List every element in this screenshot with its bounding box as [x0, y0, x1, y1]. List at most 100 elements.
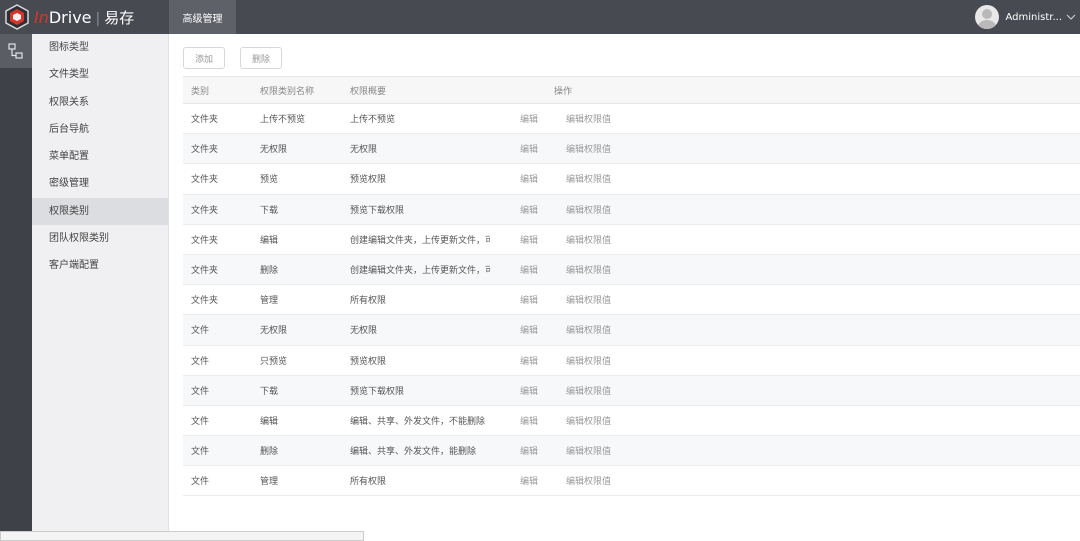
edit-value-link[interactable]: 编辑权限值 [566, 293, 611, 306]
delete-button[interactable]: 删除 [240, 47, 282, 69]
browser-status-bar [0, 531, 364, 541]
table-row: 文件夹 管理 所有权限 编辑 编辑权限值 [183, 285, 1080, 316]
cell-name: 编辑 [260, 235, 279, 246]
cell-category: 文件 [191, 477, 210, 488]
cell-category: 文件夹 [191, 115, 219, 126]
logo-text: InDrive | 易存 [34, 7, 134, 28]
top-bar: InDrive | 易存 高级管理 Administr... [0, 0, 1080, 34]
edit-value-link[interactable]: 编辑权限值 [566, 354, 611, 367]
edit-link[interactable]: 编辑 [520, 142, 538, 155]
icon-rail [0, 34, 32, 537]
table-row: 文件 下载 预览下载权限 编辑 编辑权限值 [183, 375, 1080, 406]
cell-name: 无权限 [260, 145, 288, 156]
edit-link[interactable]: 编辑 [520, 112, 538, 125]
logo-drive: Drive [48, 7, 92, 27]
edit-link[interactable]: 编辑 [520, 323, 538, 336]
edit-value-link[interactable]: 编辑权限值 [566, 203, 611, 216]
cell-summary: 预览下载权限 [350, 205, 405, 216]
edit-link[interactable]: 编辑 [520, 384, 538, 397]
logo-cn: 易存 [104, 8, 135, 27]
edit-value-link[interactable]: 编辑权限值 [566, 444, 611, 457]
edit-link[interactable]: 编辑 [520, 172, 538, 185]
tab-advanced-management[interactable]: 高级管理 [169, 0, 236, 34]
cell-summary: 无权限 [350, 145, 378, 156]
cell-category: 文件 [191, 416, 210, 427]
sidebar-item-permission-categories[interactable]: 权限类别 [32, 197, 168, 226]
table-row: 文件 管理 所有权限 编辑 编辑权限值 [183, 466, 1080, 497]
sidebar-item-file-types[interactable]: 文件类型 [32, 61, 168, 88]
cell-name: 无权限 [260, 326, 288, 337]
user-avatar-icon [975, 5, 1000, 29]
edit-link[interactable]: 编辑 [520, 444, 538, 457]
sidebar-item-client-config[interactable]: 客户端配置 [32, 252, 168, 279]
app-logo[interactable]: InDrive | 易存 [0, 0, 166, 34]
edit-value-link[interactable]: 编辑权限值 [566, 474, 611, 487]
cell-category: 文件夹 [191, 205, 219, 216]
edit-link[interactable]: 编辑 [520, 233, 538, 246]
edit-link[interactable]: 编辑 [520, 293, 538, 306]
cell-summary: 无权限 [350, 326, 378, 337]
rail-item-structure[interactable] [0, 34, 32, 68]
table-row: 文件夹 上传不预览 上传不预览 编辑 编辑权限值 [183, 104, 1080, 135]
cell-summary: 上传不预览 [350, 115, 396, 126]
cell-category: 文件夹 [191, 145, 219, 156]
table-row: 文件夹 无权限 无权限 编辑 编辑权限值 [183, 134, 1080, 165]
logo-in: In [34, 7, 49, 27]
edit-link[interactable]: 编辑 [520, 414, 538, 427]
header-summary[interactable]: 权限概要 [350, 84, 490, 97]
table-row: 文件 无权限 无权限 编辑 编辑权限值 [183, 315, 1080, 346]
cell-summary: 预览权限 [350, 175, 387, 186]
edit-link[interactable]: 编辑 [520, 474, 538, 487]
table-row: 文件夹 编辑 创建编辑文件夹，上传更新文件，可夕 编辑 编辑权限值 [183, 225, 1080, 255]
cell-summary: 所有权限 [350, 477, 387, 488]
cell-category: 文件夹 [191, 266, 219, 277]
cell-summary: 创建编辑文件夹，上传更新文件，可夕 [350, 266, 490, 277]
table-row: 文件夹 删除 创建编辑文件夹，上传更新文件，可夕 编辑 编辑权限值 [183, 254, 1080, 286]
edit-value-link[interactable]: 编辑权限值 [566, 263, 611, 276]
cell-name: 管理 [260, 296, 279, 307]
header-category[interactable]: 类别 [191, 84, 251, 97]
cell-name: 管理 [260, 477, 279, 488]
user-name: Administr... [1005, 11, 1062, 23]
sidebar-item-team-permission-categories[interactable]: 团队权限类别 [32, 225, 168, 252]
edit-link[interactable]: 编辑 [520, 263, 538, 276]
edit-value-link[interactable]: 编辑权限值 [566, 172, 611, 185]
edit-link[interactable]: 编辑 [520, 354, 538, 367]
edit-link[interactable]: 编辑 [520, 203, 538, 216]
table-row: 文件 删除 编辑、共享、外发文件，能删除 编辑 编辑权限值 [183, 436, 1080, 467]
logo-separator: | [95, 10, 101, 27]
sidebar-item-admin-nav[interactable]: 后台导航 [32, 116, 168, 143]
user-menu[interactable]: Administr... [975, 0, 1080, 34]
edit-value-link[interactable]: 编辑权限值 [566, 384, 611, 397]
cell-name: 删除 [260, 266, 279, 277]
cell-summary: 编辑、共享、外发文件，能删除 [350, 447, 477, 458]
cell-category: 文件 [191, 326, 210, 337]
cell-category: 文件 [191, 386, 210, 397]
cell-summary: 编辑、共享、外发文件，不能删除 [350, 416, 486, 427]
edit-value-link[interactable]: 编辑权限值 [566, 112, 611, 125]
cell-name: 编辑 [260, 416, 279, 427]
cell-name: 预览 [260, 175, 279, 186]
add-button[interactable]: 添加 [183, 47, 225, 69]
cell-name: 下载 [260, 205, 279, 216]
edit-value-link[interactable]: 编辑权限值 [566, 142, 611, 155]
chevron-down-icon [1066, 14, 1076, 20]
sidebar-item-permission-relations[interactable]: 权限关系 [32, 89, 168, 116]
sidebar-item-menu-config[interactable]: 菜单配置 [32, 143, 168, 170]
sidebar-item-classification[interactable]: 密级管理 [32, 170, 168, 197]
edit-value-link[interactable]: 编辑权限值 [566, 414, 611, 427]
cell-category: 文件 [191, 447, 210, 458]
avatar-silhouette-icon [978, 9, 997, 29]
table-header: 类别 权限类别名称 权限概要 操作 [183, 77, 1080, 104]
edit-value-link[interactable]: 编辑权限值 [566, 233, 611, 246]
cell-summary: 预览权限 [350, 356, 387, 367]
cell-name: 上传不预览 [260, 115, 306, 126]
table-row: 文件 只预览 预览权限 编辑 编辑权限值 [183, 346, 1080, 376]
sidebar: 图标类型 文件类型 权限关系 后台导航 菜单配置 密级管理 权限类别 团队权限类… [32, 34, 169, 537]
edit-value-link[interactable]: 编辑权限值 [566, 323, 611, 336]
header-name[interactable]: 权限类别名称 [260, 84, 340, 97]
sidebar-item-icon-types[interactable]: 图标类型 [32, 34, 168, 61]
table-body: 文件夹 上传不预览 上传不预览 编辑 编辑权限值 文件夹 无权限 无权限 编辑 编辑权限值 文件夹预… [183, 104, 1080, 497]
cell-summary: 所有权限 [350, 296, 387, 307]
cell-name: 下载 [260, 386, 279, 397]
